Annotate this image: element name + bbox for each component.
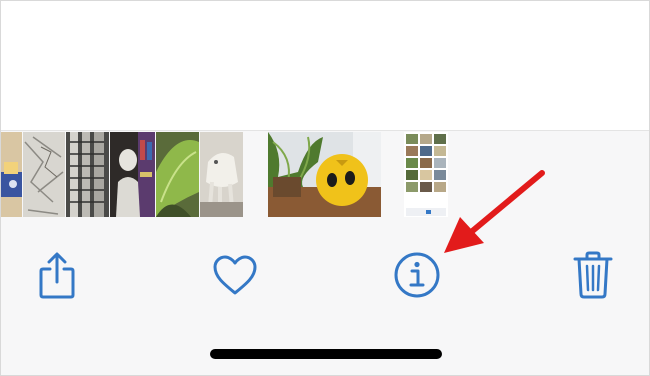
thumbnail-2[interactable] (23, 132, 65, 217)
thumbnail-3[interactable] (66, 132, 109, 217)
trash-icon (573, 251, 613, 299)
thumbnail-1[interactable] (1, 132, 22, 217)
heart-icon (213, 255, 257, 295)
photo-viewer[interactable] (1, 1, 649, 131)
share-icon (39, 252, 75, 299)
thumbnail-6[interactable] (200, 132, 243, 217)
home-indicator[interactable] (210, 349, 442, 359)
delete-button[interactable] (568, 248, 618, 302)
thumbnail-7-selected[interactable] (268, 132, 381, 217)
share-button[interactable] (32, 248, 82, 302)
thumbnail-4[interactable] (110, 132, 155, 217)
thumbnail-5[interactable] (156, 132, 199, 217)
favorite-button[interactable] (208, 252, 262, 298)
arrow-pointer-icon (444, 170, 545, 253)
